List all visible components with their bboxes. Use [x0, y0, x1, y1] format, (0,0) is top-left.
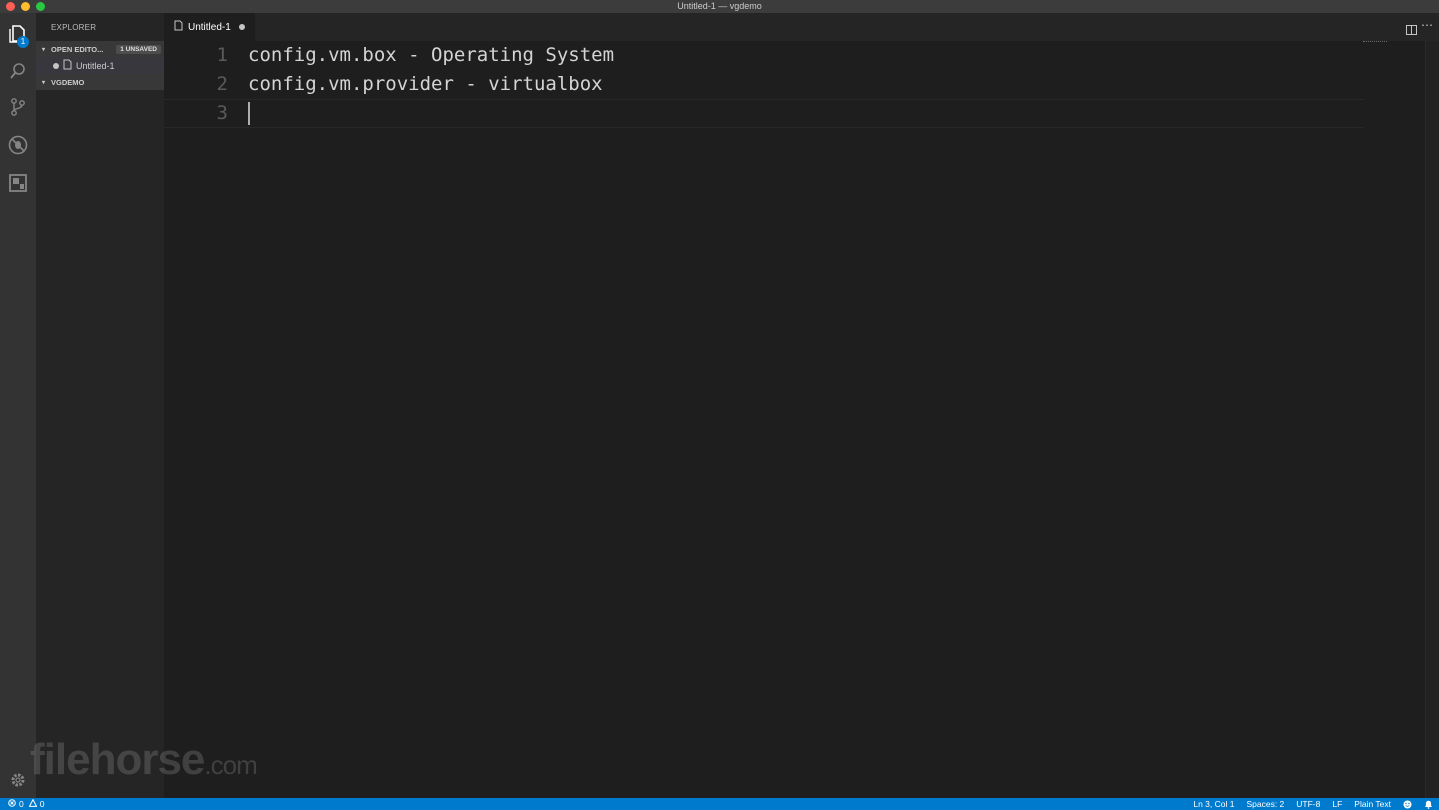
tab-untitled-1[interactable]: Untitled-1 [164, 13, 255, 41]
line-text: config.vm.box - Operating System [248, 44, 615, 66]
split-editor-icon[interactable] [1406, 22, 1417, 40]
eol-status[interactable]: LF [1332, 799, 1342, 809]
vertical-scrollbar[interactable] [1425, 41, 1439, 798]
file-icon [174, 18, 183, 36]
debug-icon [8, 135, 28, 155]
search-activity-button[interactable] [0, 53, 36, 89]
text-editor[interactable]: 1 config.vm.box - Operating System 2 con… [164, 41, 1439, 798]
folder-section-header[interactable]: ▾ VGDEMO [36, 74, 164, 90]
open-editor-item-untitled-1[interactable]: Untitled-1 [36, 57, 164, 74]
file-icon [63, 59, 72, 72]
line-number: 3 [216, 102, 228, 124]
line-text: config.vm.provider - virtualbox [248, 73, 603, 95]
notifications-bell-icon[interactable] [1424, 800, 1433, 809]
editor-tab-bar: Untitled-1 ⋯ [164, 13, 1439, 41]
cursor-position-status[interactable]: Ln 3, Col 1 [1193, 799, 1234, 809]
extensions-icon [9, 174, 27, 192]
text-cursor [248, 102, 250, 125]
explorer-sidebar: EXPLORER ▾ OPEN EDITO... 1 UNSAVED Untit… [36, 13, 164, 798]
window-title: Untitled-1 — vgdemo [677, 1, 762, 11]
current-editor-line: 3 [164, 99, 1364, 128]
explorer-activity-button[interactable]: 1 [0, 15, 36, 51]
line-number: 2 [216, 73, 228, 95]
extensions-activity-button[interactable] [0, 165, 36, 201]
chevron-down-icon: ▾ [42, 46, 46, 53]
search-icon [9, 62, 27, 80]
open-editor-file-name: Untitled-1 [76, 60, 115, 71]
open-editors-section-header[interactable]: ▾ OPEN EDITO... 1 UNSAVED [36, 41, 164, 57]
editor-line: 2 config.vm.provider - virtualbox [164, 70, 1364, 99]
unsaved-count-badge: 1 UNSAVED [116, 44, 161, 54]
folder-label: VGDEMO [51, 77, 85, 87]
status-bar: 0 0 Ln 3, Col 1 Spaces: 2 UTF-8 LF Plain… [0, 798, 1439, 810]
source-control-activity-button[interactable] [0, 89, 36, 125]
tab-label: Untitled-1 [188, 21, 231, 33]
source-control-icon [10, 97, 26, 117]
warning-icon [28, 798, 38, 809]
warning-count: 0 [39, 799, 45, 809]
encoding-status[interactable]: UTF-8 [1296, 799, 1320, 809]
activity-bar: 1 [0, 13, 36, 798]
language-mode-status[interactable]: Plain Text [1354, 799, 1391, 809]
sidebar-title: EXPLORER [51, 23, 97, 32]
feedback-smiley-icon[interactable] [1403, 800, 1412, 809]
debug-activity-button[interactable] [0, 127, 36, 163]
more-actions-icon[interactable]: ⋯ [1421, 19, 1433, 31]
error-icon [8, 799, 16, 809]
unsaved-dot-icon [53, 62, 59, 69]
error-count: 0 [19, 799, 24, 809]
gear-icon [10, 772, 26, 788]
minimap[interactable] [1363, 41, 1387, 44]
title-bar: Untitled-1 — vgdemo [0, 0, 1439, 13]
problems-status[interactable]: 0 0 [8, 798, 45, 809]
unsaved-dot-icon[interactable] [238, 24, 245, 30]
line-number: 1 [216, 44, 228, 66]
open-editors-label: OPEN EDITO... [51, 44, 104, 54]
explorer-badge: 1 [17, 36, 29, 48]
watermark-logo: filehorse.com [30, 735, 258, 784]
editor-line: 1 config.vm.box - Operating System [164, 41, 1364, 70]
chevron-down-icon: ▾ [42, 79, 46, 86]
indentation-status[interactable]: Spaces: 2 [1246, 799, 1284, 809]
